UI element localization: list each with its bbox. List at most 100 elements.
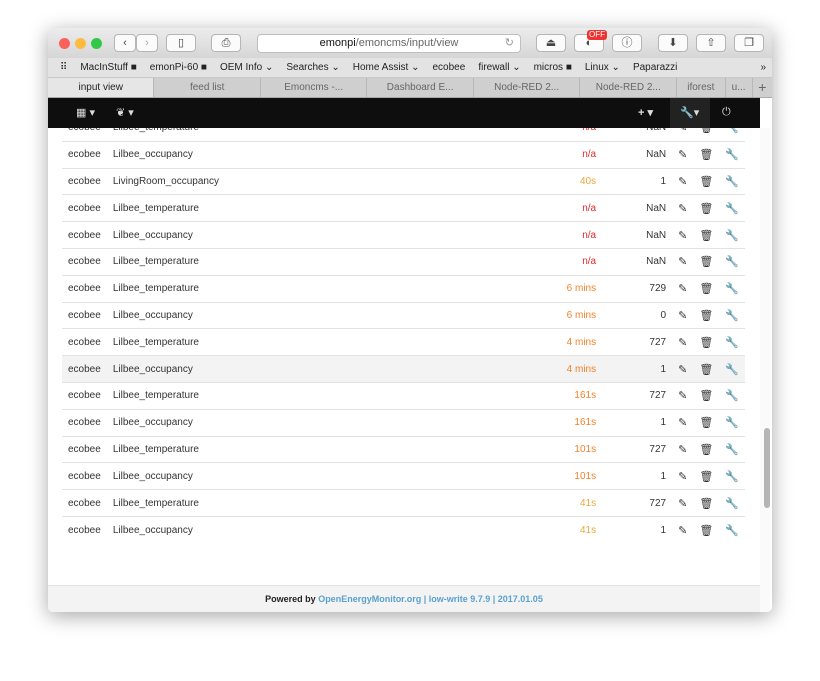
wrench-icon[interactable]: 🔧 bbox=[719, 274, 745, 303]
updated-cell: 40s bbox=[542, 167, 603, 195]
oem-link[interactable]: OpenEnergyMonitor.org bbox=[318, 594, 421, 604]
bookmark[interactable]: MacInStuff ■ bbox=[80, 62, 136, 73]
dashboard-menu-icon[interactable]: ▦ ▾ bbox=[76, 106, 95, 119]
more-bookmarks-icon[interactable]: » bbox=[760, 62, 766, 73]
new-tab-icon[interactable]: + bbox=[753, 78, 772, 97]
trash-icon[interactable]: 🗑 bbox=[693, 301, 720, 329]
edit-icon[interactable]: ✎ bbox=[672, 489, 694, 517]
share-icon[interactable]: ⇧ bbox=[696, 34, 726, 52]
wrench-icon[interactable]: 🔧 bbox=[719, 462, 745, 490]
input-row: ecobee Lilbee_occupancy 161s 1 ✎ 🗑 🔧 bbox=[62, 408, 745, 437]
bookmark[interactable]: Linux ⌄ bbox=[585, 62, 620, 73]
trash-icon[interactable]: 🗑 bbox=[693, 328, 720, 356]
wrench-icon[interactable]: 🔧 bbox=[719, 301, 745, 329]
bookmark[interactable]: ecobee bbox=[433, 62, 466, 73]
node-cell: ecobee bbox=[62, 408, 107, 437]
tab[interactable]: Emoncms -... bbox=[261, 78, 368, 97]
tab[interactable]: feed list bbox=[154, 78, 261, 97]
leaf-menu-icon[interactable]: ❦ ▾ bbox=[116, 106, 134, 119]
edit-icon[interactable]: ✎ bbox=[672, 381, 694, 410]
add-menu-icon[interactable]: + ▾ bbox=[638, 106, 653, 119]
trash-icon[interactable]: 🗑 bbox=[693, 462, 720, 490]
edit-icon[interactable]: ✎ bbox=[672, 355, 694, 383]
close-button[interactable] bbox=[59, 38, 70, 49]
edit-icon[interactable]: ✎ bbox=[672, 167, 694, 195]
edit-icon[interactable]: ✎ bbox=[672, 435, 694, 463]
password-icon[interactable]: ⓘ bbox=[612, 34, 642, 52]
edit-icon[interactable]: ✎ bbox=[672, 247, 694, 276]
bookmark[interactable]: micros ■ bbox=[534, 62, 572, 73]
back-button[interactable]: ‹ bbox=[114, 34, 136, 52]
wrench-icon[interactable]: 🔧 bbox=[719, 381, 745, 410]
eject-icon[interactable]: ⏏ bbox=[536, 34, 566, 52]
wrench-icon[interactable]: 🔧 bbox=[719, 128, 745, 142]
bookmark[interactable]: Paparazzi bbox=[633, 62, 677, 73]
logout-icon[interactable]: ⏻ bbox=[722, 106, 731, 119]
updated-cell: n/a bbox=[542, 247, 603, 276]
trash-icon[interactable]: 🗑 bbox=[693, 167, 720, 195]
edit-icon[interactable]: ✎ bbox=[672, 328, 694, 356]
input-row: ecobee Lilbee_temperature 6 mins 729 ✎ 🗑… bbox=[62, 274, 745, 303]
forward-button[interactable]: › bbox=[136, 34, 158, 52]
tab[interactable]: u... bbox=[726, 78, 753, 97]
minimize-button[interactable] bbox=[75, 38, 86, 49]
wrench-icon[interactable]: 🔧 bbox=[719, 247, 745, 276]
tab[interactable]: iforest bbox=[677, 78, 726, 97]
tab[interactable]: Node-RED 2... bbox=[474, 78, 581, 97]
trash-icon[interactable]: 🗑 bbox=[693, 221, 720, 249]
zoom-button[interactable] bbox=[91, 38, 102, 49]
bookmark[interactable]: emonPi-60 ■ bbox=[150, 62, 207, 73]
tab[interactable]: input view bbox=[48, 78, 155, 97]
trash-icon[interactable]: 🗑 bbox=[693, 515, 720, 544]
extension-button[interactable]: ◐ OFF bbox=[574, 30, 607, 52]
print-icon[interactable]: ⎙ bbox=[211, 34, 241, 52]
wrench-icon[interactable]: 🔧 bbox=[719, 515, 745, 544]
edit-icon[interactable]: ✎ bbox=[672, 221, 694, 249]
footer-prefix: Powered by bbox=[265, 594, 316, 604]
wrench-icon[interactable]: 🔧 bbox=[719, 221, 745, 249]
tabs-icon[interactable]: ❐ bbox=[734, 34, 764, 52]
reload-icon[interactable]: ↻ bbox=[505, 35, 514, 52]
edit-icon[interactable]: ✎ bbox=[672, 462, 694, 490]
scrollbar[interactable] bbox=[760, 128, 770, 612]
trash-icon[interactable]: 🗑 bbox=[693, 140, 720, 169]
trash-icon[interactable]: 🗑 bbox=[693, 355, 720, 383]
edit-icon[interactable]: ✎ bbox=[672, 194, 694, 222]
bookmark[interactable]: Searches ⌄ bbox=[286, 62, 339, 73]
address-bar[interactable]: emonpi/emoncms/input/view ↻ bbox=[257, 34, 521, 53]
bookmark[interactable]: Home Assist ⌄ bbox=[353, 62, 420, 73]
bookmark[interactable]: OEM Info ⌄ bbox=[220, 62, 273, 73]
wrench-icon[interactable]: 🔧 bbox=[719, 194, 745, 222]
trash-icon[interactable]: 🗑 bbox=[693, 489, 720, 517]
wrench-icon[interactable]: 🔧 bbox=[719, 355, 745, 383]
scrollbar-thumb[interactable] bbox=[764, 428, 770, 508]
setup-menu-icon[interactable]: 🔧▾ bbox=[670, 98, 710, 128]
trash-icon[interactable]: 🗑 bbox=[693, 194, 720, 222]
edit-icon[interactable]: ✎ bbox=[672, 128, 694, 142]
tab[interactable]: Node-RED 2... bbox=[580, 78, 678, 97]
bookmark[interactable]: firewall ⌄ bbox=[478, 62, 520, 73]
wrench-icon[interactable]: 🔧 bbox=[719, 435, 745, 463]
trash-icon[interactable]: 🗑 bbox=[693, 128, 720, 142]
trash-icon[interactable]: 🗑 bbox=[693, 247, 720, 276]
name-cell: Lilbee_temperature bbox=[106, 247, 543, 276]
wrench-icon[interactable]: 🔧 bbox=[719, 140, 745, 169]
edit-icon[interactable]: ✎ bbox=[672, 274, 694, 303]
wrench-icon[interactable]: 🔧 bbox=[719, 489, 745, 517]
edit-icon[interactable]: ✎ bbox=[672, 515, 694, 544]
edit-icon[interactable]: ✎ bbox=[672, 301, 694, 329]
trash-icon[interactable]: 🗑 bbox=[693, 408, 720, 437]
wrench-icon[interactable]: 🔧 bbox=[719, 328, 745, 356]
trash-icon[interactable]: 🗑 bbox=[693, 435, 720, 463]
value-cell: NaN bbox=[602, 140, 673, 169]
sidebar-icon[interactable]: ▯ bbox=[166, 34, 196, 52]
edit-icon[interactable]: ✎ bbox=[672, 140, 694, 169]
tab[interactable]: Dashboard E... bbox=[367, 78, 474, 97]
trash-icon[interactable]: 🗑 bbox=[693, 274, 720, 303]
wrench-icon[interactable]: 🔧 bbox=[719, 408, 745, 437]
edit-icon[interactable]: ✎ bbox=[672, 408, 694, 437]
download-icon[interactable]: ⬇ bbox=[658, 34, 688, 52]
wrench-icon[interactable]: 🔧 bbox=[719, 167, 745, 195]
trash-icon[interactable]: 🗑 bbox=[693, 381, 720, 410]
apps-grid-icon[interactable]: ⠿ bbox=[60, 62, 67, 73]
